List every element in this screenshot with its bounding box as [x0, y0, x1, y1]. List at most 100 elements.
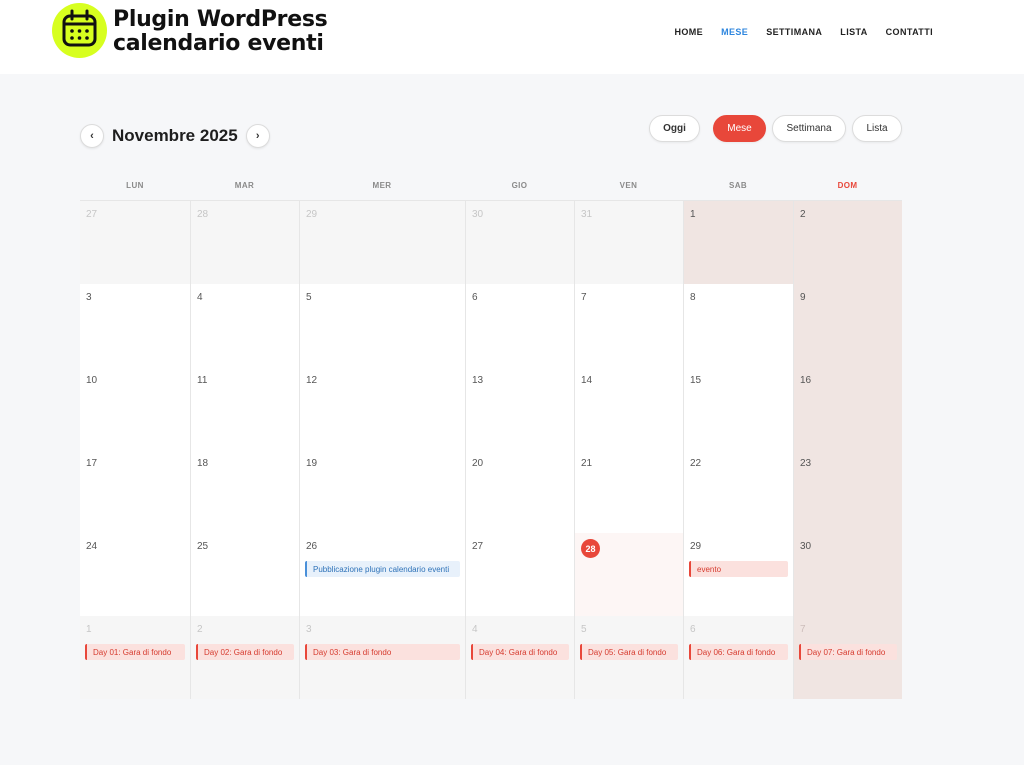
- day-number: 27: [472, 541, 484, 552]
- day-cell[interactable]: 4: [190, 284, 299, 367]
- day-cell[interactable]: 25: [190, 533, 299, 616]
- nav-settimana[interactable]: SETTIMANA: [766, 27, 822, 37]
- day-cell[interactable]: 19: [299, 450, 465, 533]
- prev-month-button[interactable]: ‹: [80, 124, 104, 148]
- site-header: Plugin WordPress calendario eventi HOME …: [0, 0, 1024, 74]
- day-cell[interactable]: 24: [80, 533, 190, 616]
- weekday-label: VEN: [619, 180, 638, 190]
- day-number: 28: [197, 209, 209, 220]
- day-cell[interactable]: 5 Day 05: Gara di fondo: [574, 616, 683, 699]
- day-cell[interactable]: 9: [793, 284, 902, 367]
- next-month-button[interactable]: ›: [245, 124, 270, 148]
- calendar-event[interactable]: Pubblicazione plugin calendario eventi: [305, 561, 460, 577]
- day-number: 2: [197, 624, 203, 635]
- view-week-button[interactable]: Settimana: [772, 115, 846, 142]
- view-month-button[interactable]: Mese: [713, 115, 766, 142]
- day-cell[interactable]: 8: [683, 284, 793, 367]
- day-cell[interactable]: 27: [465, 533, 574, 616]
- day-cell[interactable]: 30: [793, 533, 902, 616]
- day-cell[interactable]: 6: [465, 284, 574, 367]
- day-number: 30: [800, 541, 812, 552]
- day-cell[interactable]: 27: [80, 201, 190, 284]
- day-number: 30: [472, 209, 484, 220]
- day-number: 17: [86, 458, 98, 469]
- day-cell[interactable]: 21: [574, 450, 683, 533]
- day-number: 1: [86, 624, 92, 635]
- day-cell[interactable]: 17: [80, 450, 190, 533]
- day-number: 20: [472, 458, 484, 469]
- day-number: 25: [197, 541, 209, 552]
- calendar-event[interactable]: Day 05: Gara di fondo: [580, 644, 678, 660]
- calendar-event[interactable]: Day 07: Gara di fondo: [799, 644, 897, 660]
- calendar-event[interactable]: Day 02: Gara di fondo: [196, 644, 294, 660]
- day-number: 7: [581, 292, 587, 303]
- day-cell[interactable]: 29: [299, 201, 465, 284]
- day-cell[interactable]: 23: [793, 450, 902, 533]
- weekday-label: MAR: [234, 180, 255, 190]
- day-number: 19: [306, 458, 318, 469]
- day-cell[interactable]: 20: [465, 450, 574, 533]
- day-number: 29: [690, 541, 702, 552]
- day-cell[interactable]: 10: [80, 367, 190, 450]
- day-cell[interactable]: 30: [465, 201, 574, 284]
- day-cell[interactable]: 2: [793, 201, 902, 284]
- today-button[interactable]: Oggi: [649, 115, 700, 142]
- day-cell[interactable]: 28: [574, 533, 683, 616]
- weekday-label: SAB: [728, 180, 748, 190]
- day-cell[interactable]: 4 Day 04: Gara di fondo: [465, 616, 574, 699]
- calendar-event[interactable]: Day 03: Gara di fondo: [305, 644, 460, 660]
- calendar-event[interactable]: Day 06: Gara di fondo: [689, 644, 788, 660]
- calendar-event[interactable]: evento: [689, 561, 788, 577]
- day-cell[interactable]: 6 Day 06: Gara di fondo: [683, 616, 793, 699]
- calendar-event[interactable]: Day 04: Gara di fondo: [471, 644, 569, 660]
- calendar-icon[interactable]: [52, 3, 107, 58]
- week-row: 17 18 19 20 21 22 23: [80, 449, 902, 533]
- nav-mese[interactable]: MESE: [721, 27, 748, 37]
- day-cell[interactable]: 28: [190, 201, 299, 284]
- site-title[interactable]: Plugin WordPress calendario eventi: [113, 7, 328, 56]
- day-cell[interactable]: 12: [299, 367, 465, 450]
- day-cell[interactable]: 31: [574, 201, 683, 284]
- day-number: 3: [306, 624, 312, 635]
- day-cell[interactable]: 18: [190, 450, 299, 533]
- site-title-line1: Plugin WordPress: [113, 7, 328, 32]
- day-number: 21: [581, 458, 593, 469]
- week-row: 27 28 29 30 31 1 2: [80, 200, 902, 284]
- day-number: 23: [800, 458, 812, 469]
- day-cell[interactable]: 11: [190, 367, 299, 450]
- day-number: 14: [581, 375, 593, 386]
- day-cell[interactable]: 1 Day 01: Gara di fondo: [80, 616, 190, 699]
- day-cell[interactable]: 3 Day 03: Gara di fondo: [299, 616, 465, 699]
- day-number: 27: [86, 209, 98, 220]
- day-cell[interactable]: 16: [793, 367, 902, 450]
- calendar-title-bar: ‹ Novembre 2025 ›: [80, 124, 270, 148]
- weekday-label: MER: [372, 180, 392, 190]
- nav-contatti[interactable]: CONTATTI: [886, 27, 933, 37]
- day-number: 9: [800, 292, 806, 303]
- nav-lista[interactable]: LISTA: [840, 27, 867, 37]
- day-cell[interactable]: 7 Day 07: Gara di fondo: [793, 616, 902, 699]
- day-cell[interactable]: 26 Pubblicazione plugin calendario eventi: [299, 533, 465, 616]
- day-cell[interactable]: 1: [683, 201, 793, 284]
- day-cell[interactable]: 2 Day 02: Gara di fondo: [190, 616, 299, 699]
- weekday-label: LUN: [126, 180, 144, 190]
- day-number: 29: [306, 209, 318, 220]
- day-number: 6: [690, 624, 696, 635]
- day-cell[interactable]: 29 evento: [683, 533, 793, 616]
- day-cell[interactable]: 7: [574, 284, 683, 367]
- day-number: 24: [86, 541, 98, 552]
- nav-home[interactable]: HOME: [674, 27, 703, 37]
- day-cell[interactable]: 13: [465, 367, 574, 450]
- day-cell[interactable]: 15: [683, 367, 793, 450]
- day-cell[interactable]: 5: [299, 284, 465, 367]
- day-cell[interactable]: 3: [80, 284, 190, 367]
- day-number: 5: [306, 292, 312, 303]
- day-cell[interactable]: 14: [574, 367, 683, 450]
- weekday-label: GIO: [511, 180, 528, 190]
- view-list-button[interactable]: Lista: [852, 115, 902, 142]
- day-number: 4: [472, 624, 478, 635]
- day-cell[interactable]: 22: [683, 450, 793, 533]
- day-number: 3: [86, 292, 92, 303]
- calendar-event[interactable]: Day 01: Gara di fondo: [85, 644, 185, 660]
- day-number: 6: [472, 292, 478, 303]
